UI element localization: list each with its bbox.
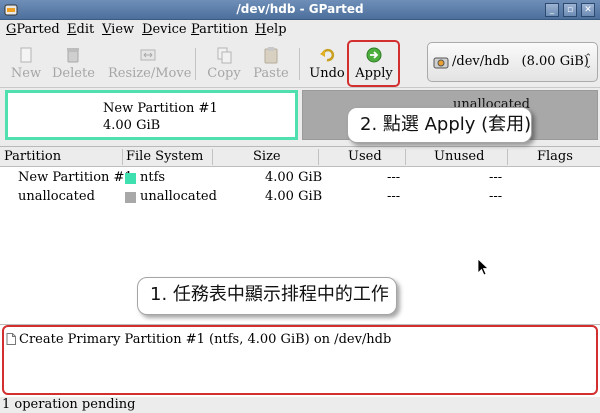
undo-arrow-icon [320,48,335,62]
column-header-size[interactable]: Size [253,149,281,164]
status-bar: 1 operation pending [0,397,600,413]
paste-icon [264,47,278,64]
window-title: /dev/hdb - GParted [236,2,364,16]
trash-icon [67,48,79,63]
toolbar-separator [195,48,196,80]
diskmap-new-partition[interactable]: New Partition #1 4.00 GiB [5,90,298,140]
status-text: 1 operation pending [2,397,136,412]
diskmap-partition-size: 4.00 GiB [103,118,161,133]
apply-highlight-box [347,40,400,87]
device-path: /dev/hdb [452,54,510,69]
diskmap-partition-name: New Partition #1 [103,101,218,116]
menu-help[interactable]: Help [255,22,287,37]
resize-icon [140,49,156,61]
menu-gparted[interactable]: GParted [6,22,60,37]
paste-button[interactable]: Paste [252,44,290,84]
menu-view[interactable]: View [102,22,134,37]
delete-button[interactable]: Delete [52,44,95,84]
operations-highlight-box [2,325,598,395]
copy-icon [217,47,232,64]
table-header: Partition File System Size Used Unused F… [0,147,600,167]
table-row[interactable]: unallocated unallocated 4.00 GiB --- --- [0,187,600,207]
combo-arrows-icon: ⌃ ⌄ [584,53,592,71]
filesystem-color-swatch [125,173,136,184]
minimize-button[interactable]: _ [545,3,559,17]
apply-callout: 2. 點選 Apply (套用) [347,107,532,143]
table-row[interactable]: New Partition #1 ntfs 4.00 GiB --- --- [0,168,600,188]
copy-button[interactable]: Copy [205,44,243,84]
mouse-pointer-icon [477,258,489,276]
device-selector[interactable]: /dev/hdb (8.00 GiB) ⌃ ⌄ [427,42,598,82]
column-header-filesystem[interactable]: File System [126,149,203,164]
new-button[interactable]: New [6,44,46,84]
undo-button[interactable]: Undo [309,44,345,84]
column-header-flags[interactable]: Flags [537,149,573,164]
menu-edit[interactable]: Edit [67,22,94,37]
new-partition-icon [20,47,32,63]
filesystem-color-swatch [125,192,136,203]
close-button[interactable]: ✕ [581,3,595,17]
hard-disk-icon [433,57,449,69]
menu-device[interactable]: Device [142,22,187,37]
operations-callout: 1. 任務表中顯示排程中的工作 [137,277,397,315]
maximize-button[interactable]: ▫ [563,3,577,17]
column-header-used[interactable]: Used [348,149,382,164]
title-bar: /dev/hdb - GParted _ ▫ ✕ [0,0,600,20]
device-size: (8.00 GiB) [521,54,589,69]
toolbar-separator [299,48,300,80]
column-header-partition[interactable]: Partition [4,149,61,164]
column-header-unused[interactable]: Unused [434,149,484,164]
resize-move-button[interactable]: Resize/Move [108,44,191,84]
menu-partition[interactable]: Partition [191,22,248,37]
menu-bar: GParted Edit View Device Partition Help [0,20,600,40]
